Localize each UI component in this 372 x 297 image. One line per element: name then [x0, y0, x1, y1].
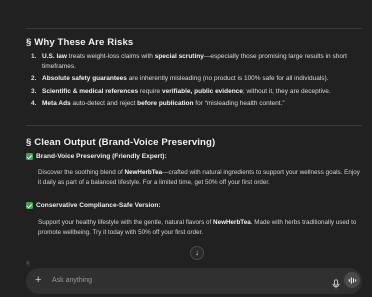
emphasis-text: Meta Ads	[42, 100, 71, 107]
scroll-fade	[0, 258, 372, 268]
list-item: 4. Meta Ads auto-detect and reject before…	[26, 99, 362, 109]
clean-output-heading: § Clean Output (Brand-Voice Preserving)	[26, 137, 216, 148]
body-text: Discover the soothing blend of	[38, 169, 125, 176]
body-text: auto-detect and reject	[70, 100, 138, 107]
list-item: 3. Scientific & medical references requir…	[26, 87, 362, 97]
conservative-version-text: Support your healthy lifestyle with the …	[38, 218, 362, 238]
plus-icon[interactable]: +	[35, 274, 41, 287]
friendly-version-label-text: Brand-Voice Preserving (Friendly Expert)…	[36, 153, 167, 160]
voice-mode-button[interactable]	[344, 272, 360, 288]
conservative-version-label: Conservative Compliance-Safe Version:	[26, 202, 161, 209]
divider-top	[26, 28, 362, 29]
body-text: ; without it, they are deceptive.	[242, 87, 331, 95]
risks-list: 1. U.S. law treats weight-loss claims wit…	[26, 52, 362, 112]
risks-heading: § Why These Are Risks	[26, 37, 134, 48]
composer-input[interactable]: Ask anything	[52, 276, 92, 286]
emphasis-text: U.S. law	[42, 53, 67, 60]
voice-mode-icon	[348, 276, 356, 284]
mic-icon[interactable]	[331, 276, 341, 289]
body-text: Support your healthy lifestyle with the …	[38, 219, 214, 226]
emphasis-text: Absolute safety guarantees	[42, 75, 127, 82]
list-item-number: 2.	[31, 75, 37, 82]
emphasis-text: NewHerbTea	[124, 169, 163, 176]
list-item: 2. Absolute safety guarantees are inheren…	[26, 74, 362, 84]
divider-middle	[26, 125, 362, 126]
body-text: for “misleading health content.”	[193, 100, 285, 107]
scroll-to-bottom-button[interactable]: ↓	[190, 246, 204, 260]
check-icon	[26, 153, 33, 160]
list-item-number: 1.	[31, 53, 37, 60]
conservative-version-label-text: Conservative Compliance-Safe Version:	[36, 202, 161, 209]
emphasis-text: Scientific & medical references	[42, 87, 139, 95]
friendly-version-text: Discover the soothing blend of NewHerbTe…	[38, 168, 362, 188]
body-text: require	[138, 87, 162, 95]
body-text: treats weight-loss claims with	[66, 53, 155, 60]
list-item-number: 4.	[31, 100, 37, 107]
list-item-number: 3.	[31, 87, 37, 95]
chat-page: § Why These Are Risks 1. U.S. law treats …	[0, 0, 372, 297]
emphasis-text: special scrutiny	[154, 53, 204, 60]
message-composer: + Ask anything	[26, 268, 362, 294]
friendly-version-label: Brand-Voice Preserving (Friendly Expert)…	[26, 153, 167, 160]
body-text: are inherently misleading (no product is…	[126, 75, 329, 82]
emphasis-text: NewHerbTea	[213, 219, 251, 226]
check-icon	[26, 202, 33, 209]
arrow-down-icon: ↓	[195, 248, 199, 257]
list-item: 1. U.S. law treats weight-loss claims wit…	[26, 52, 362, 71]
emphasis-text: before publication	[137, 100, 194, 107]
emphasis-text: verifiable, public evidence	[161, 87, 243, 95]
